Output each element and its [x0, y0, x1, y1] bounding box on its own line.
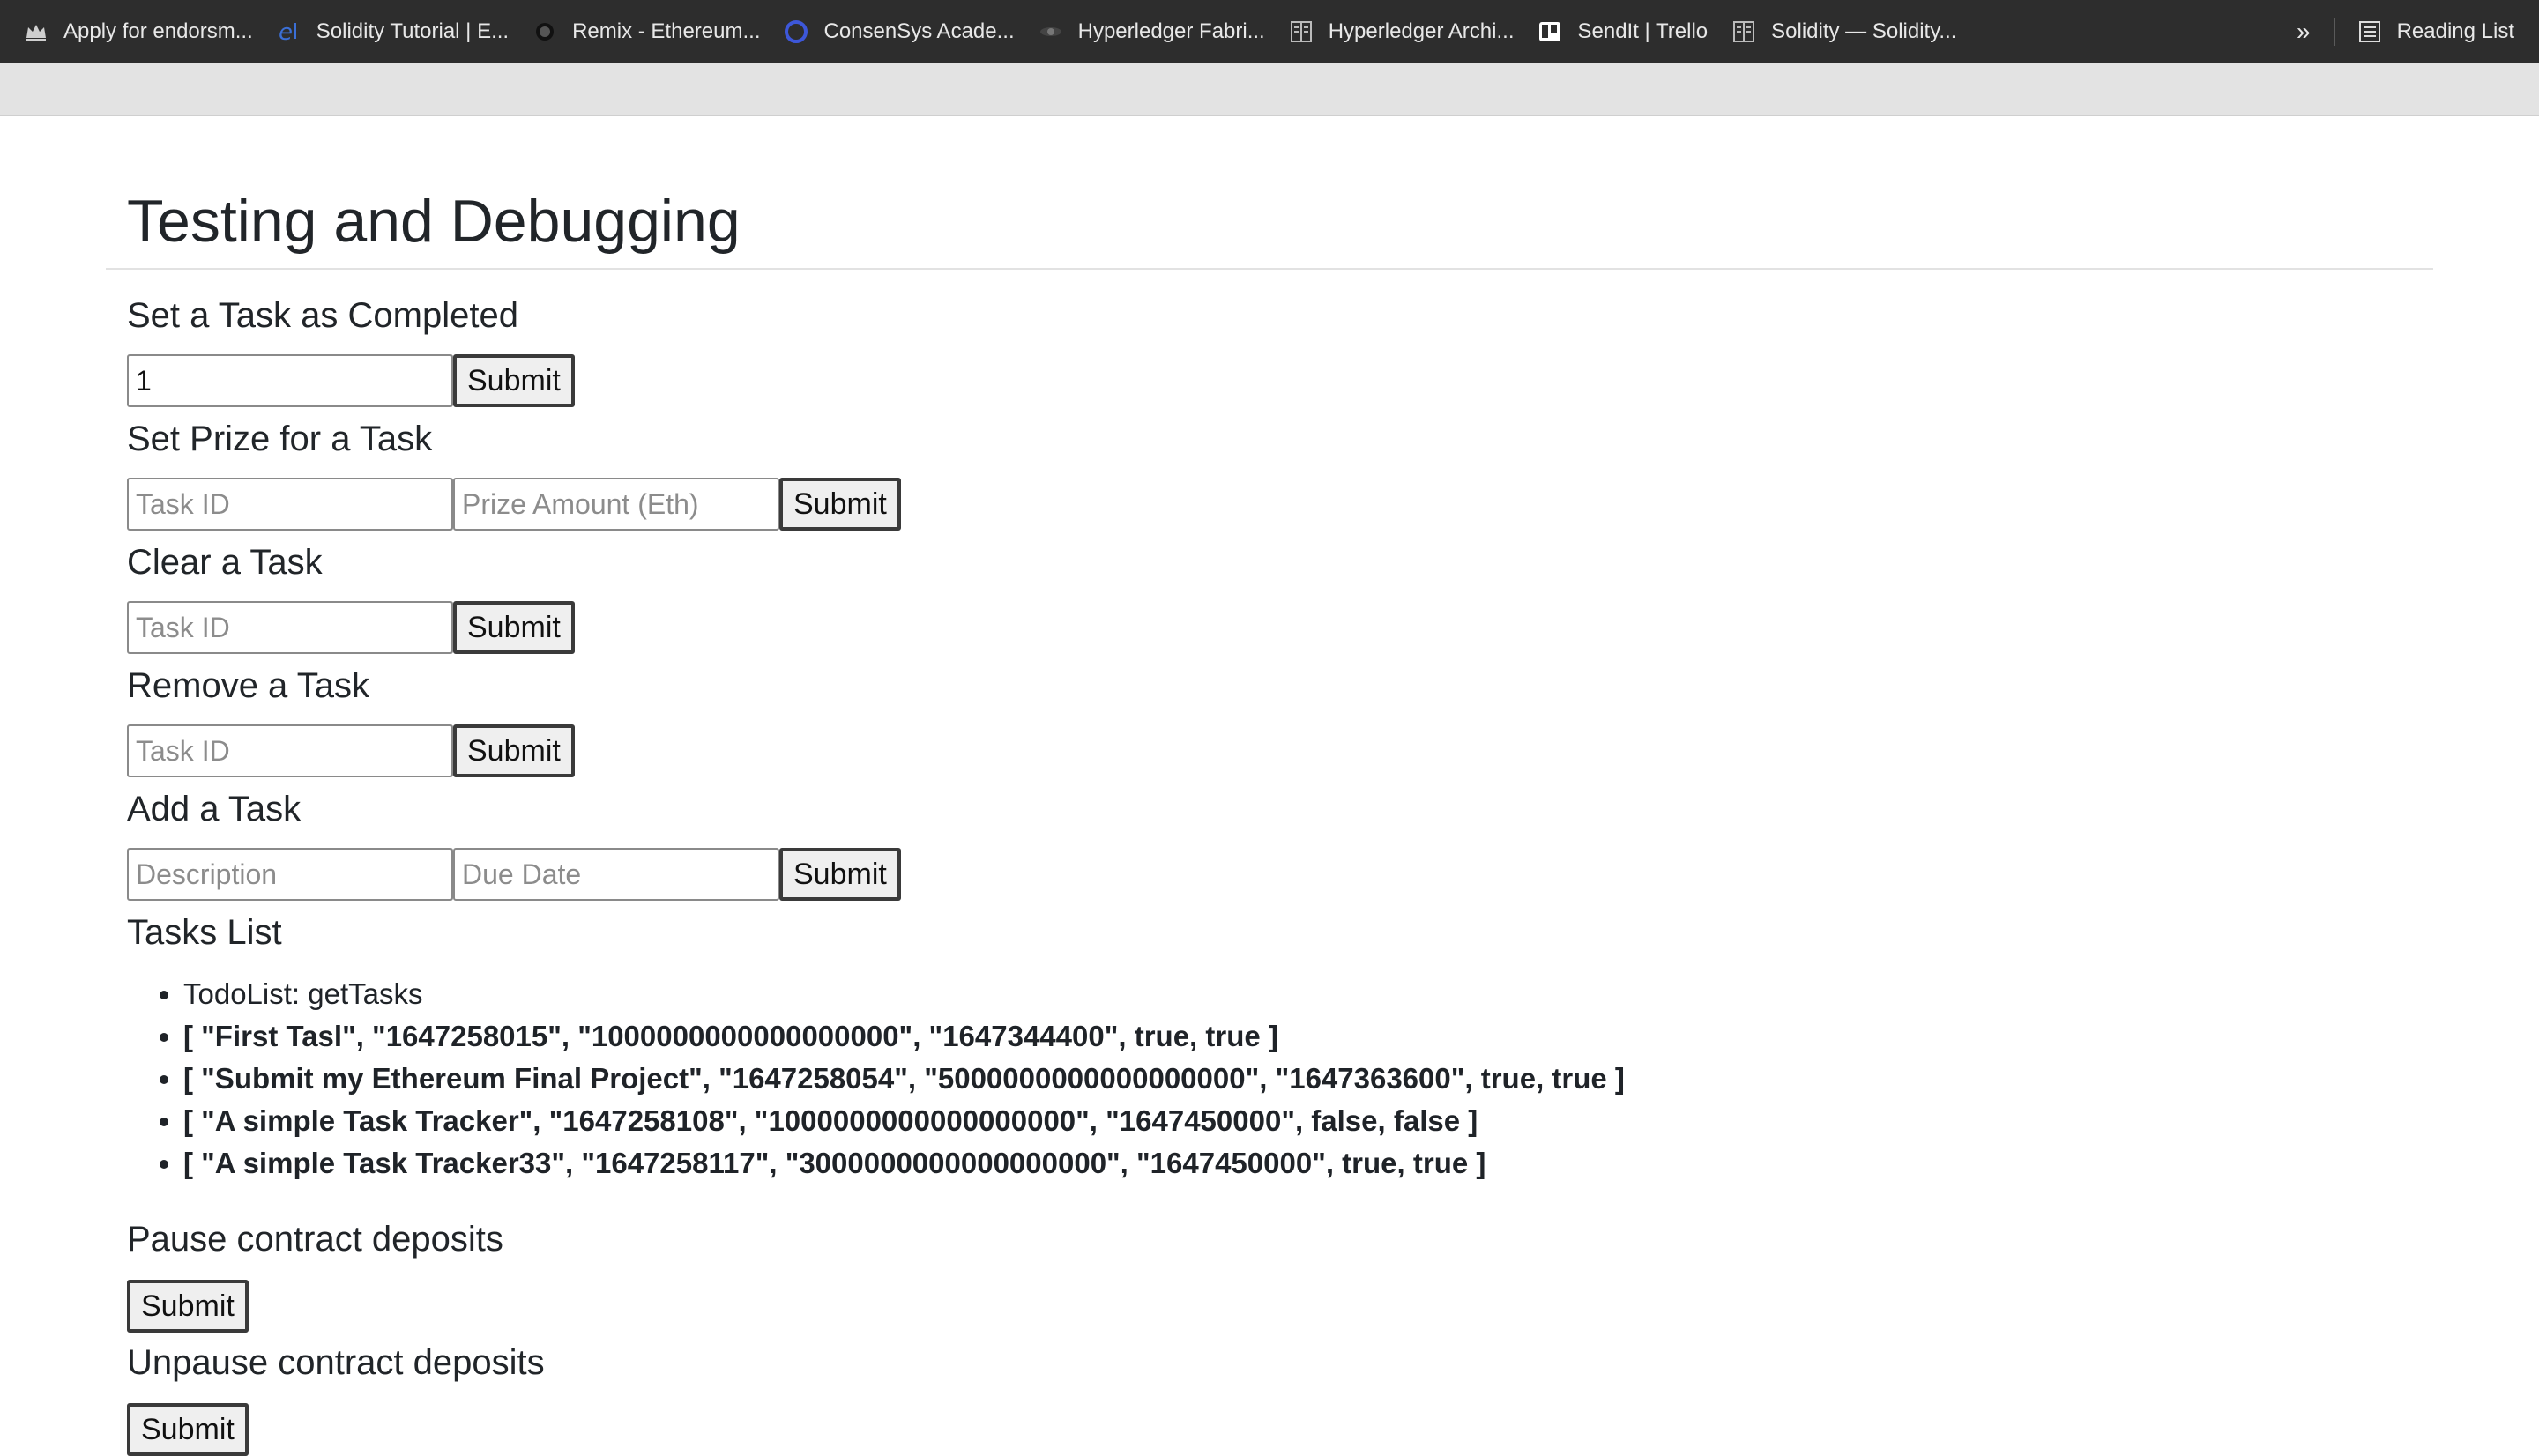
hyperledger-icon [1038, 19, 1064, 45]
clear-task-id-input[interactable] [127, 601, 453, 654]
bookmark-item[interactable]: Hyperledger Fabri... [1038, 19, 1265, 45]
reading-list-label: Reading List [2396, 19, 2514, 43]
crown-icon [23, 19, 49, 45]
set-prize-heading: Set Prize for a Task [127, 420, 433, 458]
add-task-heading: Add a Task [127, 790, 302, 828]
bookmark-item[interactable]: Remix - Ethereum... [532, 19, 760, 45]
remove-task-heading: Remove a Task [127, 666, 369, 705]
reading-list-button[interactable]: Reading List [2357, 19, 2514, 45]
list-item: [ "A simple Task Tracker33", "1647258117… [183, 1142, 1625, 1185]
toolbar-strip [0, 63, 2539, 116]
clear-task-submit-button[interactable]: Submit [453, 601, 575, 654]
list-item: TodoList: getTasks [183, 973, 1625, 1015]
divider [106, 268, 2433, 270]
bookmark-item[interactable]: ConsenSys Acade... [783, 19, 1015, 45]
unpause-submit-button[interactable]: Submit [127, 1403, 249, 1456]
bookmark-label: Remix - Ethereum... [572, 19, 761, 43]
trello-icon [1537, 19, 1563, 45]
bookmark-label: ConsenSys Acade... [823, 19, 1015, 43]
bookmark-label: Solidity — Solidity... [1771, 19, 1957, 43]
bookmark-label: Hyperledger Fabri... [1077, 19, 1265, 43]
bookmark-item[interactable]: SendIt | Trello [1537, 19, 1708, 45]
docs-icon [1731, 19, 1757, 45]
tasks-list-heading: Tasks List [127, 913, 282, 952]
list-item: [ "First Tasl", "1647258015", "100000000… [183, 1015, 1625, 1058]
docs-icon [1288, 19, 1314, 45]
bookmark-item[interactable]: e Solidity Tutorial | E... [276, 19, 509, 45]
e-logo-icon: e [276, 19, 302, 45]
svg-text:e: e [279, 19, 293, 45]
prize-amount-input[interactable] [453, 478, 779, 531]
list-item: [ "A simple Task Tracker", "1647258108",… [183, 1100, 1625, 1142]
clear-task-heading: Clear a Task [127, 543, 323, 582]
tasks-list: TodoList: getTasks [ "First Tasl", "1647… [127, 973, 1625, 1185]
description-input[interactable] [127, 848, 453, 901]
due-date-input[interactable] [453, 848, 779, 901]
remove-task-submit-button[interactable]: Submit [453, 724, 575, 777]
bookmark-item[interactable]: Apply for endorsm... [23, 19, 253, 45]
unpause-heading: Unpause contract deposits [127, 1343, 545, 1382]
set-prize-submit-button[interactable]: Submit [779, 478, 901, 531]
bookmark-label: Hyperledger Archi... [1328, 19, 1515, 43]
set-completed-submit-button[interactable]: Submit [453, 354, 575, 407]
list-item: [ "Submit my Ethereum Final Project", "1… [183, 1058, 1625, 1100]
prize-task-id-input[interactable] [127, 478, 453, 531]
more-bookmarks-icon[interactable]: » [2297, 18, 2311, 46]
bookmarks-bar: Apply for endorsm... e Solidity Tutorial… [0, 0, 2539, 63]
remove-task-id-input[interactable] [127, 724, 453, 777]
set-completed-heading: Set a Task as Completed [127, 296, 518, 335]
completed-task-id-input[interactable] [127, 354, 453, 407]
remix-icon [532, 19, 558, 45]
bookmark-item[interactable]: Hyperledger Archi... [1288, 19, 1515, 45]
page-title: Testing and Debugging [127, 188, 741, 255]
bookmark-label: Solidity Tutorial | E... [316, 19, 510, 43]
add-task-submit-button[interactable]: Submit [779, 848, 901, 901]
pause-heading: Pause contract deposits [127, 1220, 503, 1259]
pause-submit-button[interactable]: Submit [127, 1280, 249, 1333]
consensys-icon [783, 19, 809, 45]
bookmark-label: Apply for endorsm... [63, 19, 253, 43]
reading-list-icon [2357, 19, 2383, 45]
bookmark-label: SendIt | Trello [1577, 19, 1709, 43]
bookmark-item[interactable]: Solidity — Solidity... [1731, 19, 1956, 45]
divider [2333, 18, 2335, 46]
